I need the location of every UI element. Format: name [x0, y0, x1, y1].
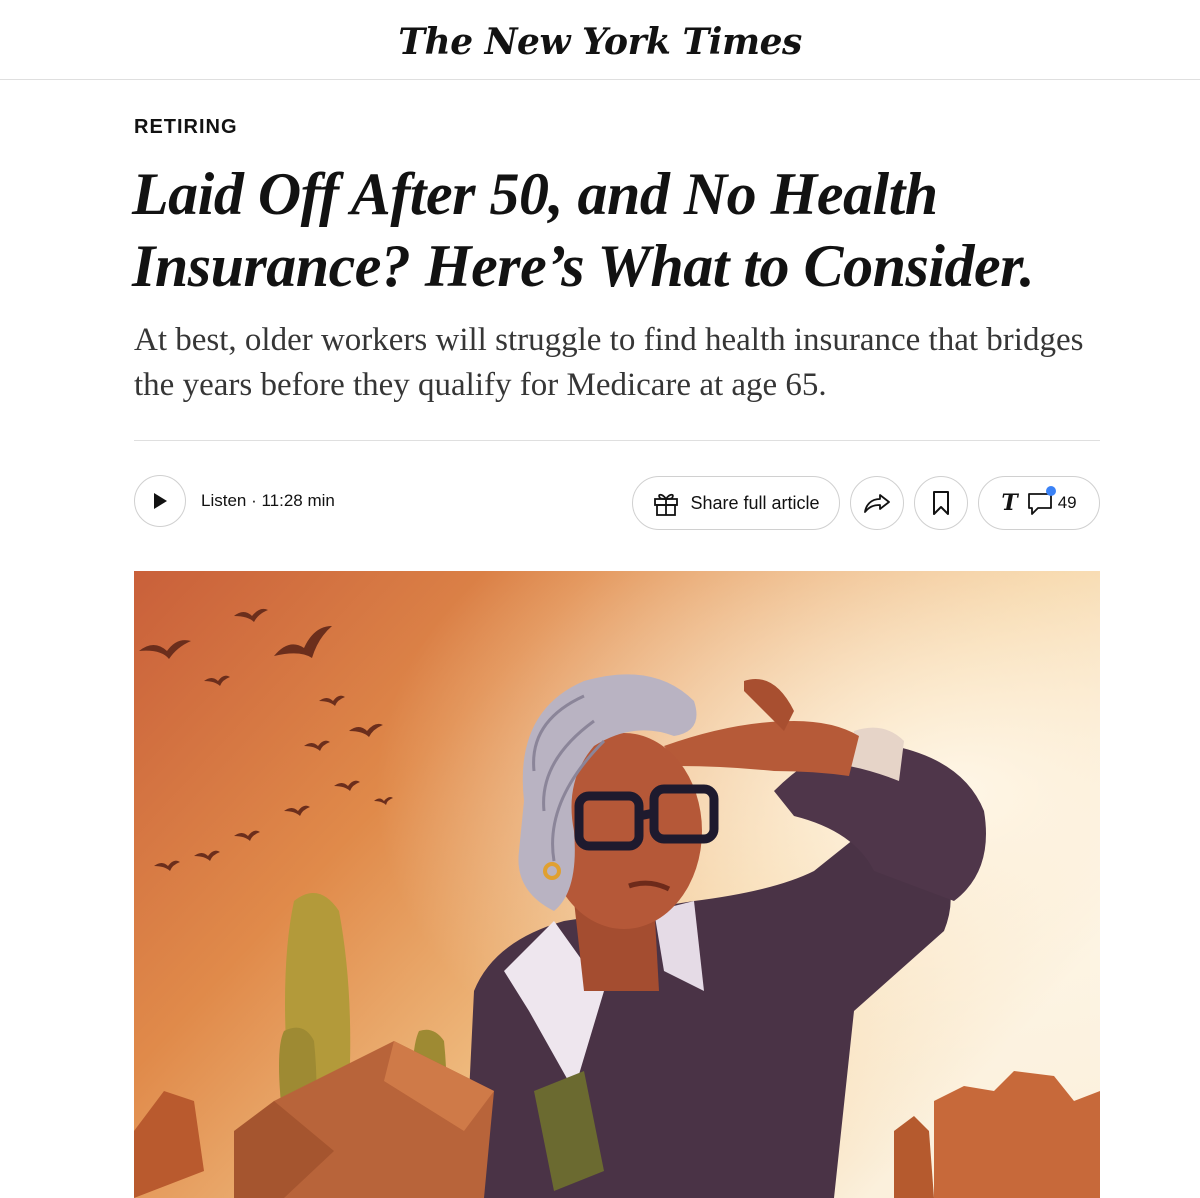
comment-icon-wrap — [1026, 486, 1056, 516]
illustration-svg — [134, 571, 1100, 1198]
nyt-t-icon: T — [1001, 490, 1018, 516]
section-kicker[interactable]: RETIRING — [134, 116, 238, 139]
comments-button[interactable]: T 49 — [978, 476, 1100, 530]
notification-dot — [1045, 486, 1056, 496]
share-full-article-button[interactable]: Share full article — [632, 476, 840, 530]
forward-arrow-icon — [864, 494, 890, 513]
share-button[interactable] — [850, 476, 904, 530]
nyt-logo[interactable]: The New York Times — [398, 21, 802, 63]
article-summary: At best, older workers will struggle to … — [134, 322, 1084, 403]
article-illustration[interactable] — [134, 571, 1100, 1198]
save-button[interactable] — [914, 476, 968, 530]
listen-control[interactable]: Listen · 11:28 min — [134, 475, 335, 527]
masthead: The New York Times — [0, 0, 1200, 80]
gift-icon — [654, 493, 679, 516]
share-label: Share full article — [690, 492, 820, 513]
play-button[interactable] — [134, 475, 186, 527]
play-icon — [154, 493, 167, 509]
article-headline: Laid Off After 50, and No Health Insuran… — [132, 161, 1035, 299]
listen-label[interactable]: Listen · 11:28 min — [201, 491, 335, 511]
comment-count: 49 — [1057, 493, 1077, 512]
divider — [134, 440, 1100, 441]
bookmark-icon — [933, 491, 949, 515]
